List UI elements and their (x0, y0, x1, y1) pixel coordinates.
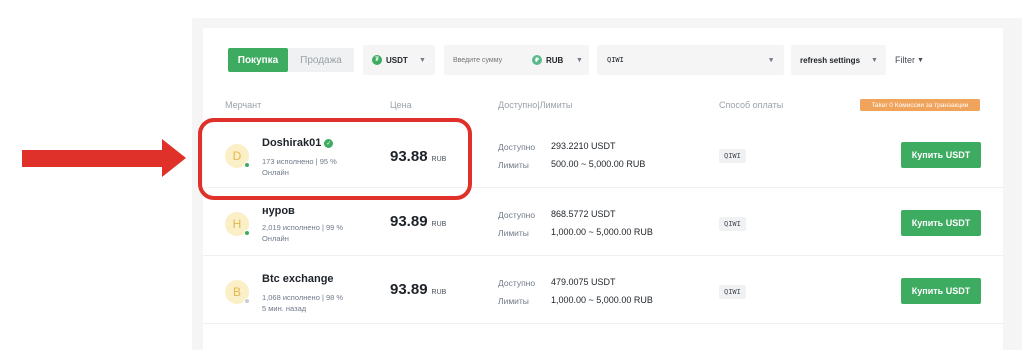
amount-input[interactable] (453, 56, 533, 64)
sell-tab[interactable]: Продажа (288, 48, 354, 72)
merchant-name[interactable]: нуров (262, 205, 295, 217)
chevron-down-icon: ▼ (871, 56, 878, 64)
available-value: 293.2210 USDT (551, 141, 616, 151)
arrow-shaft (22, 150, 164, 167)
price-currency: RUB (431, 221, 447, 228)
header-merchant: Мерчант (225, 100, 262, 110)
refresh-settings-label: refresh settings (800, 55, 861, 65)
buy-tab[interactable]: Покупка (228, 48, 288, 72)
payment-method-tag: QIWI (719, 285, 746, 299)
available-label: Доступно (498, 142, 536, 152)
buy-usdt-button[interactable]: Купить USDT (901, 278, 981, 304)
chevron-down-icon: ▼ (576, 56, 583, 64)
avatar-initial: B (232, 285, 241, 299)
header-available-limits: Доступно|Лимиты (498, 100, 573, 110)
taker-fee-badge: Taker 0 Комиссии за транзакции (860, 99, 980, 111)
chevron-down-icon: ▼ (769, 56, 774, 64)
asset-select[interactable]: ₮ USDT ▼ (363, 45, 435, 75)
online-status-dot (244, 230, 250, 236)
merchant-name[interactable]: Btc exchange (262, 273, 334, 285)
available-value: 479.0075 USDT (551, 277, 616, 287)
limits-label: Лимиты (498, 228, 529, 238)
payment-method-tag: QIWI (719, 217, 746, 231)
merchant-name-text: нуров (262, 205, 295, 217)
merchant-name-text: Btc exchange (262, 273, 334, 285)
fiat-select[interactable]: ₽ RUB ▼ (532, 55, 583, 65)
price: 93.89 RUB (390, 213, 446, 230)
amount-field: ₽ RUB ▼ (444, 45, 589, 75)
limits-value: 500.00 ~ 5,000.00 RUB (551, 159, 646, 169)
limits-label: Лимиты (498, 160, 529, 170)
payment-method-tag: QIWI (719, 149, 746, 163)
payment-method-select[interactable]: QIWI ▼ (597, 45, 784, 75)
caret-down-icon: ▼ (917, 56, 924, 64)
refresh-settings-select[interactable]: refresh settings ▼ (791, 45, 886, 75)
highlight-outline (198, 118, 472, 200)
price: 93.89 RUB (390, 281, 446, 298)
asset-select-value: USDT (386, 55, 408, 65)
price-value: 93.89 (390, 281, 428, 298)
header-payment-method: Способ оплаты (719, 100, 784, 110)
ruble-coin-icon: ₽ (532, 55, 542, 65)
available-label: Доступно (498, 210, 536, 220)
offline-status-dot (244, 298, 250, 304)
merchant-status: Онлайн (262, 234, 289, 243)
fiat-select-value: RUB (546, 55, 564, 65)
filter-label: Filter (895, 55, 915, 65)
available-label: Доступно (498, 278, 536, 288)
merchant-stats: 1,068 исполнено | 98 % (262, 293, 344, 302)
trade-side-toggle: Покупка Продажа (228, 48, 354, 72)
limits-value: 1,000.00 ~ 5,000.00 RUB (551, 295, 653, 305)
available-value: 868.5772 USDT (551, 209, 616, 219)
chevron-down-icon: ▼ (419, 56, 426, 64)
avatar-initial: H (232, 217, 242, 231)
merchant-stats: 2,019 исполнено | 99 % (262, 223, 344, 232)
tether-coin-icon: ₮ (372, 55, 382, 65)
avatar: B (225, 280, 250, 304)
limits-label: Лимиты (498, 296, 529, 306)
payment-method-value: QIWI (607, 56, 624, 64)
avatar: H (225, 212, 250, 236)
price-currency: RUB (431, 289, 447, 296)
header-price: Цена (390, 100, 412, 110)
buy-usdt-button[interactable]: Купить USDT (901, 142, 981, 168)
limits-value: 1,000.00 ~ 5,000.00 RUB (551, 227, 653, 237)
arrow-head-icon (162, 139, 186, 177)
filter-button[interactable]: Filter ▼ (895, 45, 924, 75)
merchant-status: 5 мин. назад (262, 304, 307, 313)
buy-usdt-button[interactable]: Купить USDT (901, 210, 981, 236)
price-value: 93.89 (390, 213, 428, 230)
table-row: B Btc exchange 1,068 исполнено | 98 % 5 … (203, 256, 1003, 324)
